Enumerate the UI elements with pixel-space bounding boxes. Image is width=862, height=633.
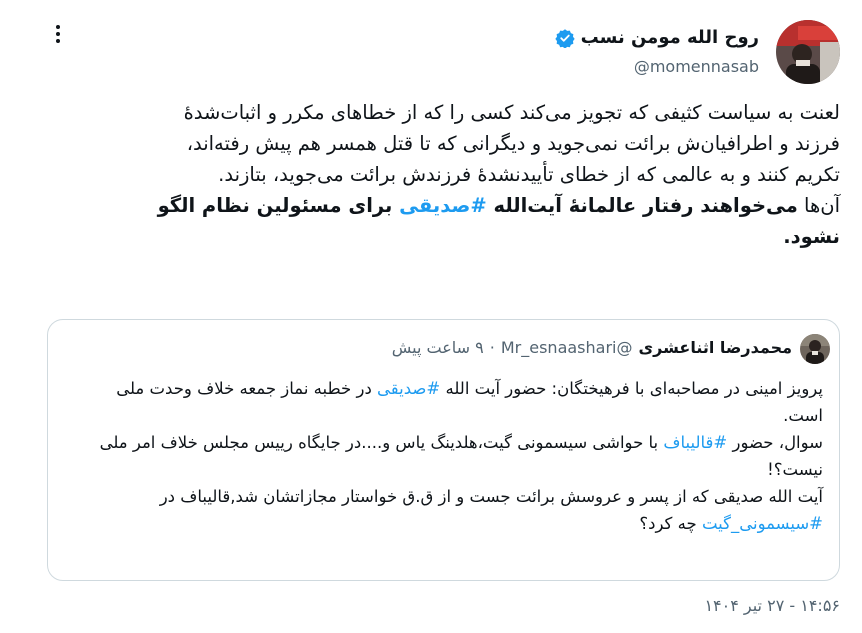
quoted-tweet-time: ۹ ساعت پیش	[391, 338, 484, 357]
tweet-card: روح الله مومن نسب @momennasab لعنت به سی…	[0, 0, 862, 633]
verified-badge-icon	[554, 28, 575, 49]
tweet-text: لعنت به سیاست کثیفی که تجویز می‌کند کسی …	[40, 97, 840, 252]
quoted-p3-a: آیت الله صدیقی که از پسر و عروسش برائت ج…	[159, 487, 823, 506]
tweet-line-4-start: آن‌ها	[797, 194, 840, 217]
more-options-button[interactable]	[46, 22, 70, 46]
separator-dot: ·	[489, 338, 495, 357]
tweet-line-3: تکریم کنند و به عالمی که از خطای تأییدنش…	[218, 163, 840, 186]
hashtag-sedighi-link[interactable]: #صدیقی	[399, 194, 487, 217]
quoted-p2-a: سوال، حضور	[727, 433, 823, 452]
tweet-line-1: لعنت به سیاست کثیفی که تجویز می‌کند کسی …	[183, 101, 840, 124]
tweet-timestamp[interactable]: ۱۴:۵۶ - ۲۷ تیر ۱۴۰۴	[704, 596, 840, 615]
quoted-tweet-header: محمدرضا اثناعشری @Mr_esnaashari · ۹ ساعت…	[392, 338, 792, 357]
quoted-tweet[interactable]: محمدرضا اثناعشری @Mr_esnaashari · ۹ ساعت…	[47, 319, 840, 581]
author-avatar[interactable]	[776, 20, 840, 84]
hashtag-sismouni-gate-link[interactable]: #سیسمونی_گیت	[702, 514, 823, 533]
tweet-bold-text-1: می‌خواهند رفتار عالمانهٔ آیت‌الله	[486, 194, 798, 217]
quoted-author-avatar-image	[800, 334, 830, 364]
author-display-name[interactable]: روح الله مومن نسب	[581, 27, 759, 48]
quoted-p3-b: چه کرد؟	[639, 514, 702, 533]
quoted-author-name[interactable]: محمدرضا اثناعشری	[638, 338, 792, 357]
hashtag-sedighi-quote-link[interactable]: #صدیقی	[377, 379, 440, 398]
quoted-tweet-text: پرویز امینی در مصاحبه‌ای با فرهیختگان: ح…	[76, 375, 823, 537]
ellipsis-vertical-icon	[56, 25, 60, 43]
author-avatar-image	[776, 20, 840, 84]
tweet-bold-text-3: نشود.	[783, 225, 840, 248]
author-handle[interactable]: @momennasab	[634, 57, 759, 76]
quoted-p1-a: پرویز امینی در مصاحبه‌ای با فرهیختگان: ح…	[440, 379, 823, 398]
author-name-row[interactable]: روح الله مومن نسب	[554, 27, 759, 49]
quoted-author-handle[interactable]: @Mr_esnaashari	[501, 338, 633, 357]
hashtag-ghalibaf-link[interactable]: #قالیباف	[663, 433, 727, 452]
tweet-bold-text-2: برای مسئولین نظام الگو	[157, 194, 400, 217]
quoted-author-avatar[interactable]	[800, 334, 830, 364]
tweet-line-2: فرزند و اطرافیان‌ش برائت نمی‌جوید و دیگر…	[186, 132, 840, 155]
